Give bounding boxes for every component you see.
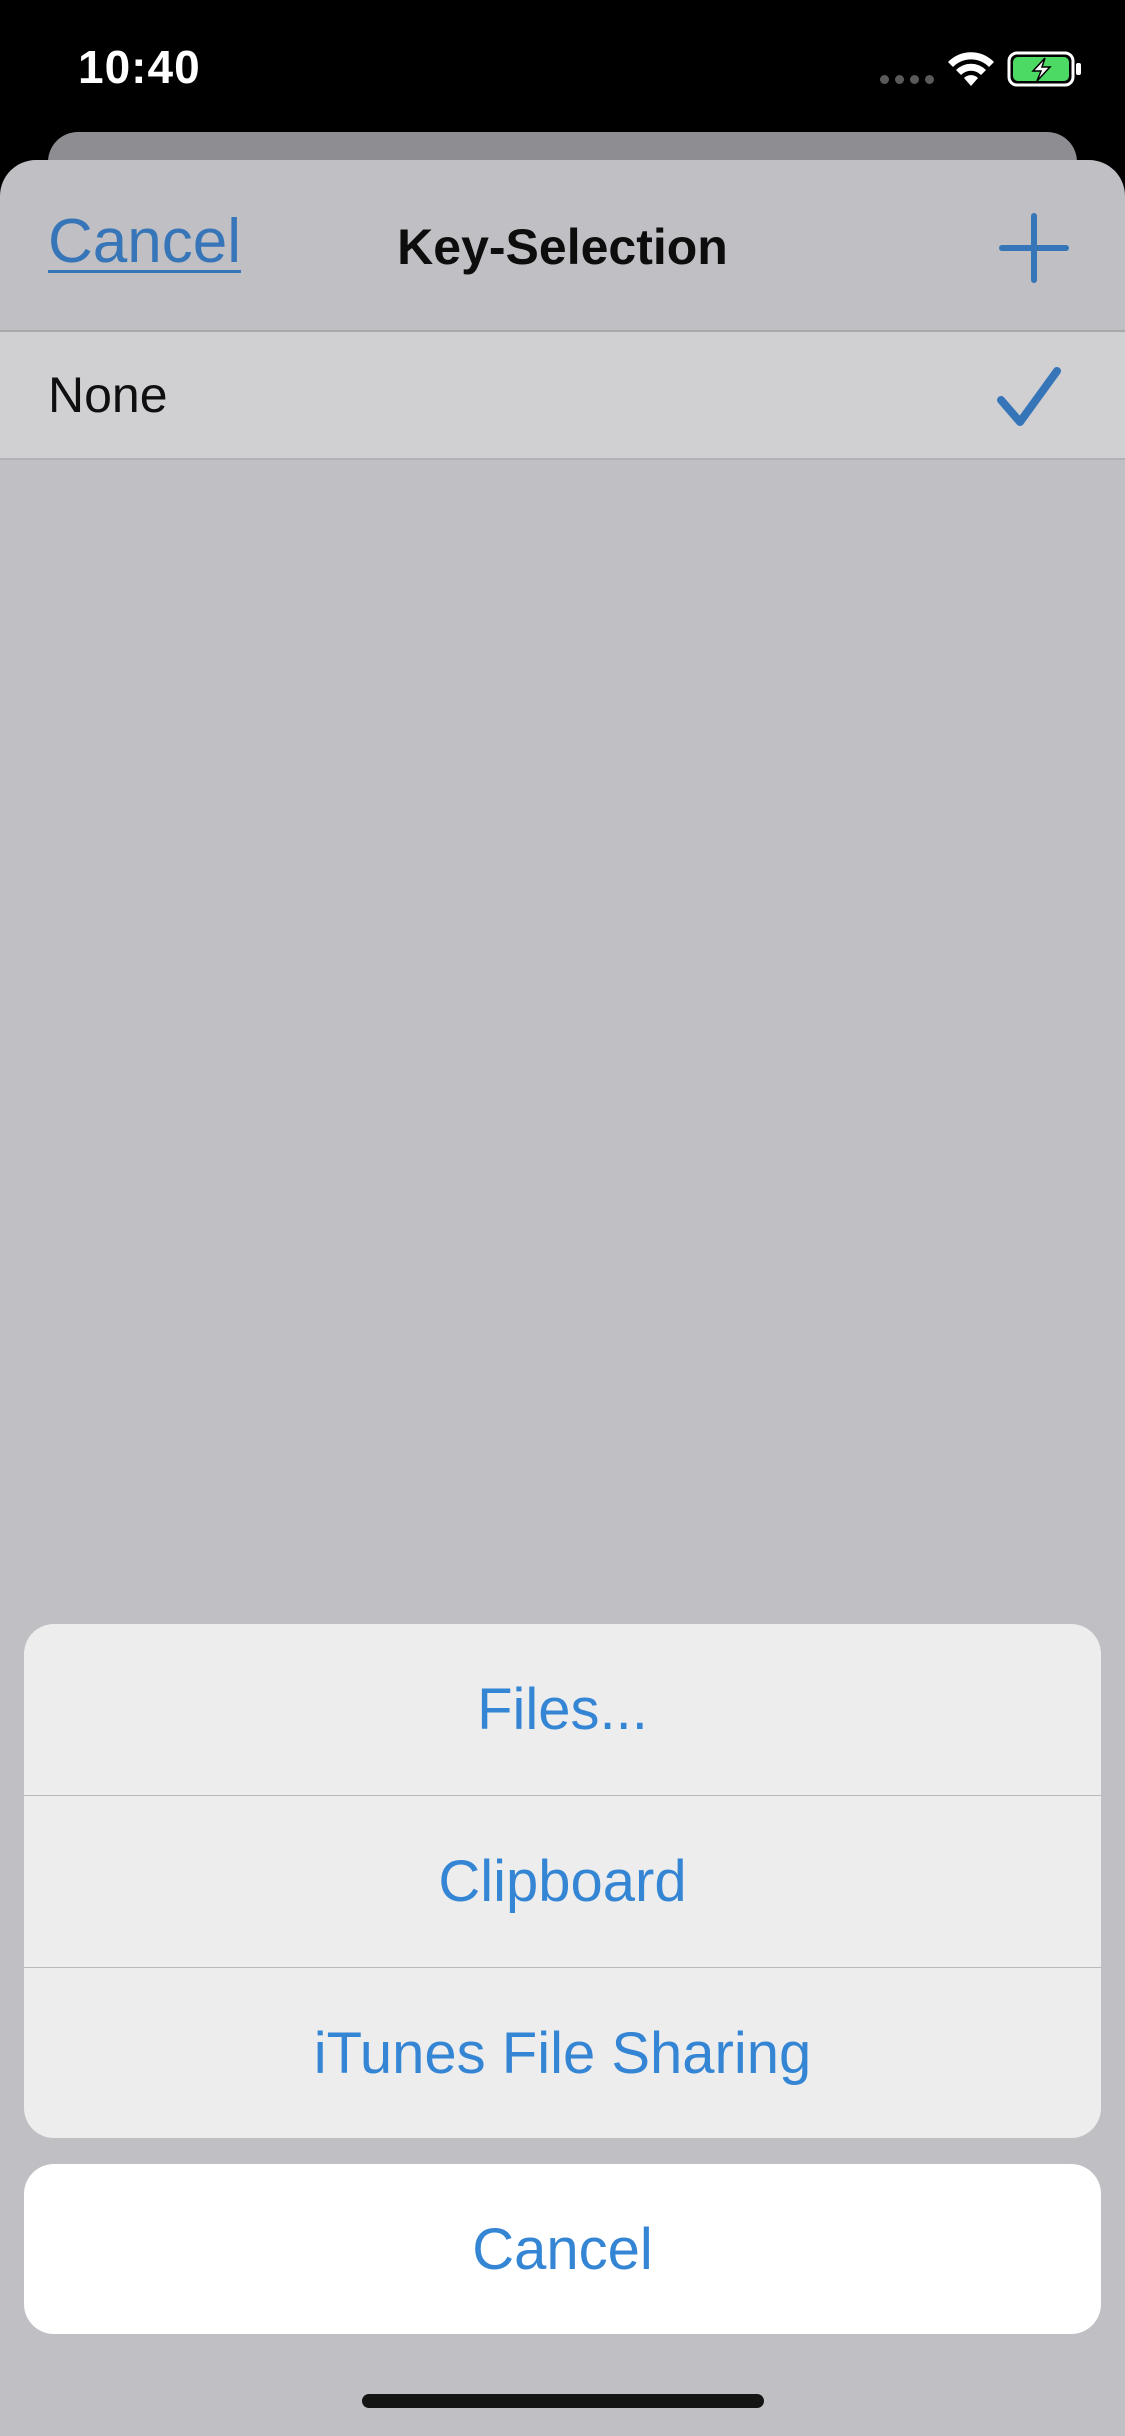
list-item-none[interactable]: None (0, 332, 1125, 460)
checkmark-icon (997, 367, 1061, 426)
home-indicator[interactable] (362, 2394, 764, 2408)
list-item-label: None (48, 367, 168, 423)
action-files-button[interactable]: Files... (24, 1624, 1101, 1795)
action-clipboard-button[interactable]: Clipboard (24, 1796, 1101, 1967)
page-title: Key-Selection (397, 219, 728, 275)
status-time: 10:40 (78, 41, 201, 93)
action-sheet-options: Files... Clipboard iTunes File Sharing (24, 1624, 1101, 2138)
wifi-icon (948, 52, 994, 86)
action-itunes-file-sharing-button[interactable]: iTunes File Sharing (24, 1968, 1101, 2138)
action-cancel-button[interactable]: Cancel (24, 2164, 1101, 2334)
battery-charging-icon (1007, 51, 1081, 87)
navigation-bar: Cancel Key-Selection (0, 160, 1125, 332)
plus-icon[interactable] (996, 210, 1072, 286)
status-bar: 10:40 (0, 0, 1125, 132)
cellular-signal-icon (880, 75, 934, 84)
